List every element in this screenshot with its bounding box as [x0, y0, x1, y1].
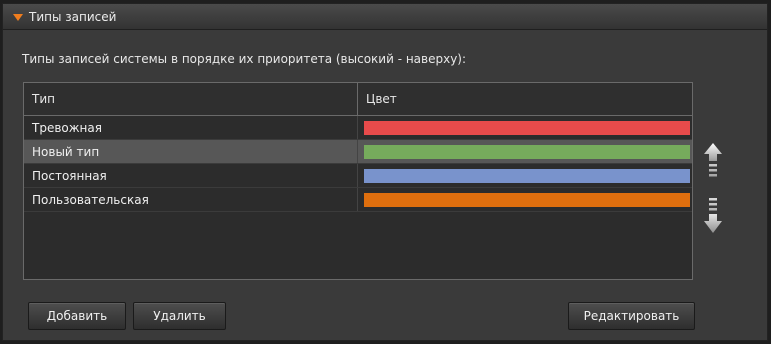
table-row[interactable]: Постоянная [24, 164, 692, 188]
move-down-icon[interactable] [703, 197, 723, 235]
add-button[interactable]: Добавить [28, 302, 126, 330]
priority-arrows [703, 142, 723, 238]
record-type-name: Новый тип [24, 140, 358, 163]
table-body: Тревожная Новый тип Постоянная Пользователь… [24, 116, 692, 212]
record-type-color-cell[interactable] [358, 140, 692, 163]
delete-button[interactable]: Удалить [133, 302, 226, 330]
column-header-color[interactable]: Цвет [358, 83, 692, 115]
column-header-type[interactable]: Тип [24, 83, 358, 115]
record-types-table: Тип Цвет Тревожная Новый тип Постоянная Пол… [23, 82, 693, 280]
record-types-panel: Типы записей Типы записей системы в поря… [2, 3, 768, 341]
table-row[interactable]: Новый тип [24, 140, 692, 164]
edit-button[interactable]: Редактировать [568, 302, 695, 330]
move-up-icon[interactable] [703, 142, 723, 180]
color-swatch [364, 144, 690, 159]
record-type-name: Пользовательская [24, 188, 358, 211]
color-swatch [364, 120, 690, 135]
table-header: Тип Цвет [24, 83, 692, 116]
panel-description: Типы записей системы в порядке их приори… [22, 52, 467, 66]
record-type-name: Тревожная [24, 116, 358, 139]
color-swatch [364, 168, 690, 183]
color-swatch [364, 192, 690, 207]
record-type-name: Постоянная [24, 164, 358, 187]
record-type-color-cell[interactable] [358, 116, 692, 139]
table-row[interactable]: Тревожная [24, 116, 692, 140]
collapse-caret-icon[interactable] [13, 13, 23, 21]
panel-title: Типы записей [29, 9, 117, 24]
table-row[interactable]: Пользовательская [24, 188, 692, 212]
panel-header[interactable]: Типы записей [3, 4, 767, 30]
record-type-color-cell[interactable] [358, 188, 692, 211]
record-type-color-cell[interactable] [358, 164, 692, 187]
